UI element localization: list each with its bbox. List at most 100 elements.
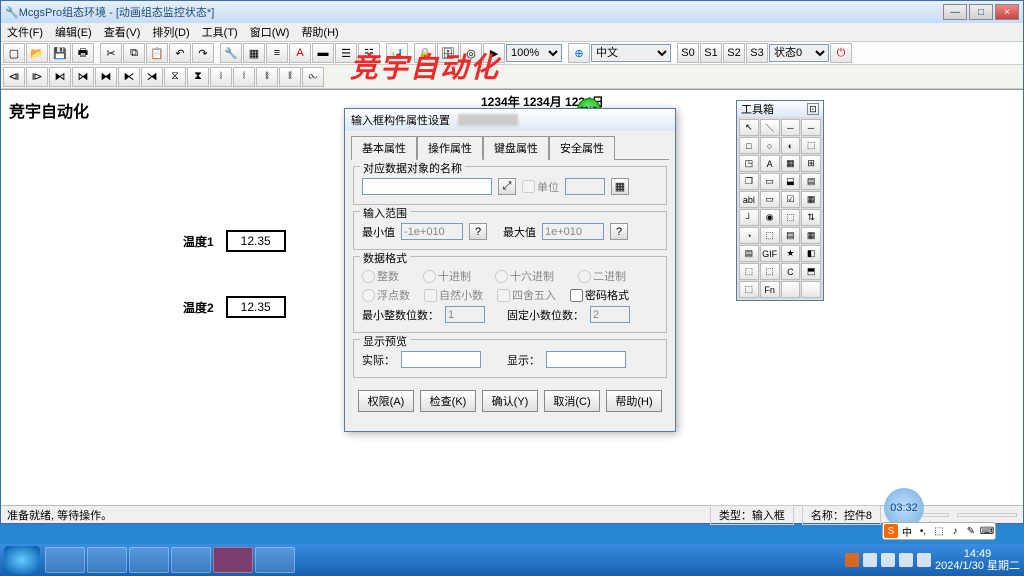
palette-tool-5[interactable]: ○ [760, 137, 780, 154]
help-button[interactable]: 帮助(H) [606, 390, 662, 412]
palette-tool-12[interactable]: ❒ [739, 173, 759, 190]
redo-icon[interactable]: ↷ [192, 43, 214, 63]
tab-keyboard[interactable]: 键盘属性 [483, 136, 549, 160]
palette-tool-20[interactable]: ┘ [739, 209, 759, 226]
fix-dec-input[interactable] [590, 306, 630, 323]
grid-icon[interactable]: ▦ [243, 43, 265, 63]
palette-tool-26[interactable]: ▤ [781, 227, 801, 244]
palette-tool-30[interactable]: ★ [781, 245, 801, 262]
fill-icon[interactable]: ▬ [312, 43, 334, 63]
menu-help[interactable]: 帮助(H) [301, 24, 338, 40]
chk-password[interactable]: 密码格式 [570, 287, 629, 303]
radio-dec[interactable]: 十进制 [423, 268, 471, 284]
s1-button[interactable]: S1 [700, 43, 722, 63]
tray-icon[interactable] [845, 553, 859, 567]
dist-h-icon[interactable]: ⧕ [141, 67, 163, 87]
palette-tool-15[interactable]: ▤ [801, 173, 821, 190]
task-item[interactable] [87, 547, 127, 573]
palette-tool-35[interactable]: ⬒ [801, 263, 821, 280]
palette-tool-7[interactable]: ⬚ [801, 137, 821, 154]
temp1-value[interactable]: 12.35 [226, 230, 286, 252]
palette-tool-11[interactable]: ⊞ [801, 155, 821, 172]
object-name-input[interactable] [362, 178, 492, 195]
undo-icon[interactable]: ↶ [169, 43, 191, 63]
palette-tool-24[interactable]: ◔ [739, 227, 759, 244]
palette-close-icon[interactable]: ⊡ [807, 103, 819, 115]
palette-tool-25[interactable]: ⬚ [760, 227, 780, 244]
palette-tool-34[interactable]: C [781, 263, 801, 280]
align-bot-icon[interactable]: ⧔ [118, 67, 140, 87]
palette-tool-0[interactable]: ↖ [739, 119, 759, 136]
paste-icon[interactable]: 📋 [146, 43, 168, 63]
task-item[interactable] [255, 547, 295, 573]
palette-tool-4[interactable]: □ [739, 137, 759, 154]
tab-security[interactable]: 安全属性 [549, 136, 615, 160]
chk-round[interactable]: 四舍五入 [497, 287, 556, 303]
task-item[interactable] [171, 547, 211, 573]
align-icon[interactable]: ≡ [266, 43, 288, 63]
radio-float[interactable]: 浮点数 [362, 287, 410, 303]
open-icon[interactable]: 📂 [26, 43, 48, 63]
cancel-button[interactable]: 取消(C) [544, 390, 600, 412]
s0-button[interactable]: S0 [677, 43, 699, 63]
db-icon[interactable]: 🗄 [437, 43, 459, 63]
task-item[interactable] [45, 547, 85, 573]
zoom-select[interactable]: 100% [506, 44, 562, 62]
palette-tool-33[interactable]: ⬚ [760, 263, 780, 280]
min-help-button[interactable]: ? [469, 223, 487, 240]
align-top-icon[interactable]: ⧒ [72, 67, 94, 87]
menu-window[interactable]: 窗口(W) [250, 24, 290, 40]
check-button[interactable]: 检查(K) [420, 390, 476, 412]
s3-button[interactable]: S3 [746, 43, 768, 63]
copy-icon[interactable]: ⧉ [123, 43, 145, 63]
start-button[interactable] [4, 546, 40, 574]
palette-tool-9[interactable]: A [760, 155, 780, 172]
cut-icon[interactable]: ✂ [100, 43, 122, 63]
align-mid-icon[interactable]: ⧓ [95, 67, 117, 87]
state-select[interactable]: 状态0 [769, 44, 829, 62]
lang-icon[interactable]: ⊕ [568, 43, 590, 63]
palette-tool-38[interactable] [781, 281, 801, 298]
palette-tool-6[interactable]: ◐ [781, 137, 801, 154]
radio-bin[interactable]: 二进制 [578, 268, 626, 284]
palette-tool-8[interactable]: ◳ [739, 155, 759, 172]
tray-icon[interactable] [899, 553, 913, 567]
front-icon[interactable]: ⧙ [233, 67, 255, 87]
s2-button[interactable]: S2 [723, 43, 745, 63]
palette-title[interactable]: 工具箱 ⊡ [737, 101, 823, 117]
temp2-value[interactable]: 12.35 [226, 296, 286, 318]
menu-file[interactable]: 文件(F) [7, 24, 43, 40]
palette-tool-28[interactable]: ▤ [739, 245, 759, 262]
play-icon[interactable]: ▶ [483, 43, 505, 63]
palette-tool-1[interactable]: ＼ [760, 119, 780, 136]
min-input[interactable] [401, 223, 463, 240]
palette-tool-27[interactable]: ▦ [801, 227, 821, 244]
minimize-button[interactable]: — [943, 4, 967, 20]
task-item[interactable] [129, 547, 169, 573]
palette-tool-18[interactable]: ☑ [781, 191, 801, 208]
taskbar[interactable]: 14:49 2024/1/30 星期二 [0, 544, 1024, 576]
menu-icon[interactable]: ☷ [358, 43, 380, 63]
tray-icon[interactable] [881, 553, 895, 567]
align-center-icon[interactable]: ⧐ [26, 67, 48, 87]
max-help-button[interactable]: ? [610, 223, 628, 240]
menu-tools[interactable]: 工具(T) [202, 24, 238, 40]
taskbar-clock[interactable]: 14:49 2024/1/30 星期二 [935, 548, 1020, 572]
palette-tool-37[interactable]: Fn [760, 281, 780, 298]
lock-icon[interactable]: 🔒 [414, 43, 436, 63]
align-left-icon[interactable]: ⧏ [3, 67, 25, 87]
palette-tool-36[interactable]: ⬚ [739, 281, 759, 298]
task-item[interactable] [213, 547, 253, 573]
palette-tool-16[interactable]: abl [739, 191, 759, 208]
palette-tool-3[interactable]: ─ [801, 119, 821, 136]
tool-icon[interactable]: 🔧 [220, 43, 242, 63]
palette-tool-14[interactable]: ⬓ [781, 173, 801, 190]
palette-tool-21[interactable]: ◉ [760, 209, 780, 226]
perm-button[interactable]: 权限(A) [358, 390, 414, 412]
palette-tool-31[interactable]: ◧ [801, 245, 821, 262]
chk-natural[interactable]: 自然小数 [424, 287, 483, 303]
ime-icon[interactable]: S [884, 524, 898, 538]
maximize-button[interactable]: □ [969, 4, 993, 20]
palette-tool-19[interactable]: ▦ [801, 191, 821, 208]
radio-hex[interactable]: 十六进制 [495, 268, 554, 284]
